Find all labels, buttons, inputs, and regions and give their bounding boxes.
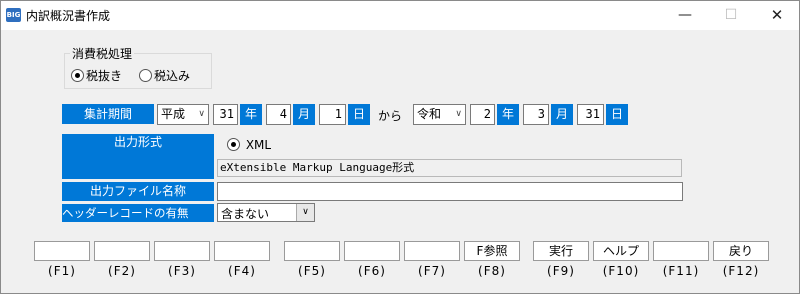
start-month-input[interactable]: 4 — [266, 104, 291, 125]
f3-button[interactable] — [154, 241, 210, 261]
start-month-unit: 月 — [293, 104, 315, 125]
f2-key-label: (F2) — [108, 264, 136, 278]
end-month-input[interactable]: 3 — [523, 104, 549, 125]
end-day-input[interactable]: 31 — [577, 104, 604, 125]
header-record-select[interactable]: 含まない ∨ — [217, 203, 315, 222]
f10-key-label: (F10) — [602, 264, 640, 278]
dropdown-arrow-icon[interactable]: ∨ — [296, 204, 314, 221]
f11-button[interactable] — [653, 241, 709, 261]
main-window: BIG 内訳概況書作成 — ☐ ✕ 消費税処理 税抜き 税込み 集計期間 平成 ∨… — [0, 0, 800, 294]
end-day-unit: 日 — [606, 104, 628, 125]
f7-key-label: (F7) — [418, 264, 446, 278]
f10-help-button[interactable]: ヘルプ — [593, 241, 649, 261]
period-label: 集計期間 — [62, 104, 154, 124]
end-era-select[interactable]: 令和 ∨ — [413, 104, 466, 125]
radio-selected-icon[interactable] — [227, 138, 240, 151]
f4-key-label: (F4) — [228, 264, 256, 278]
tax-inclusive-option[interactable]: 税込み — [139, 67, 190, 84]
tax-exclusive-option[interactable]: 税抜き — [71, 67, 122, 84]
f1-button[interactable] — [34, 241, 90, 261]
start-day-unit: 日 — [348, 104, 370, 125]
minimize-button[interactable]: — — [662, 1, 708, 30]
maximize-button[interactable]: ☐ — [708, 1, 754, 30]
chevron-down-icon: ∨ — [455, 109, 462, 119]
end-year-input[interactable]: 2 — [470, 104, 495, 125]
f9-execute-button[interactable]: 実行 — [533, 241, 589, 261]
f9-key-label: (F9) — [547, 264, 575, 278]
window-title: 内訳概況書作成 — [26, 9, 111, 23]
output-file-label: 出力ファイル名称 — [62, 182, 214, 201]
tax-inclusive-label: 税込み — [154, 69, 191, 83]
output-file-input[interactable] — [217, 182, 683, 201]
start-day-input[interactable]: 1 — [319, 104, 346, 125]
f5-button[interactable] — [284, 241, 340, 261]
tax-group-label: 消費税処理 — [70, 45, 135, 62]
output-format-label: 出力形式 — [62, 134, 214, 179]
f1-key-label: (F1) — [48, 264, 76, 278]
radio-selected-icon[interactable] — [71, 69, 84, 82]
header-record-value: 含まない — [221, 207, 270, 221]
close-button[interactable]: ✕ — [754, 1, 800, 30]
xml-option[interactable]: XML — [227, 138, 271, 152]
f12-key-label: (F12) — [722, 264, 760, 278]
end-era-value: 令和 — [417, 107, 442, 121]
end-month-unit: 月 — [551, 104, 573, 125]
end-year-unit: 年 — [497, 104, 519, 125]
title-bar: BIG 内訳概況書作成 — ☐ ✕ — [1, 1, 799, 30]
start-year-unit: 年 — [240, 104, 262, 125]
xml-option-label: XML — [245, 138, 272, 152]
header-record-label: ヘッダーレコードの有無 — [62, 204, 214, 222]
f4-button[interactable] — [214, 241, 270, 261]
chevron-down-icon: ∨ — [198, 109, 205, 119]
f8-key-label: (F8) — [478, 264, 506, 278]
f2-button[interactable] — [94, 241, 150, 261]
format-description: eXtensible Markup Language形式 — [217, 159, 682, 177]
f7-button[interactable] — [404, 241, 460, 261]
f5-key-label: (F5) — [298, 264, 326, 278]
start-era-select[interactable]: 平成 ∨ — [157, 104, 209, 125]
f11-key-label: (F11) — [662, 264, 700, 278]
f8-reference-button[interactable]: F参照 — [464, 241, 520, 261]
f3-key-label: (F3) — [168, 264, 196, 278]
radio-unselected-icon[interactable] — [139, 69, 152, 82]
f12-back-button[interactable]: 戻り — [713, 241, 769, 261]
tax-exclusive-label: 税抜き — [86, 69, 123, 83]
f6-button[interactable] — [344, 241, 400, 261]
start-era-value: 平成 — [161, 107, 186, 121]
f6-key-label: (F6) — [358, 264, 386, 278]
to-text: から — [378, 109, 403, 123]
start-year-input[interactable]: 31 — [213, 104, 238, 125]
app-icon: BIG — [6, 8, 21, 22]
